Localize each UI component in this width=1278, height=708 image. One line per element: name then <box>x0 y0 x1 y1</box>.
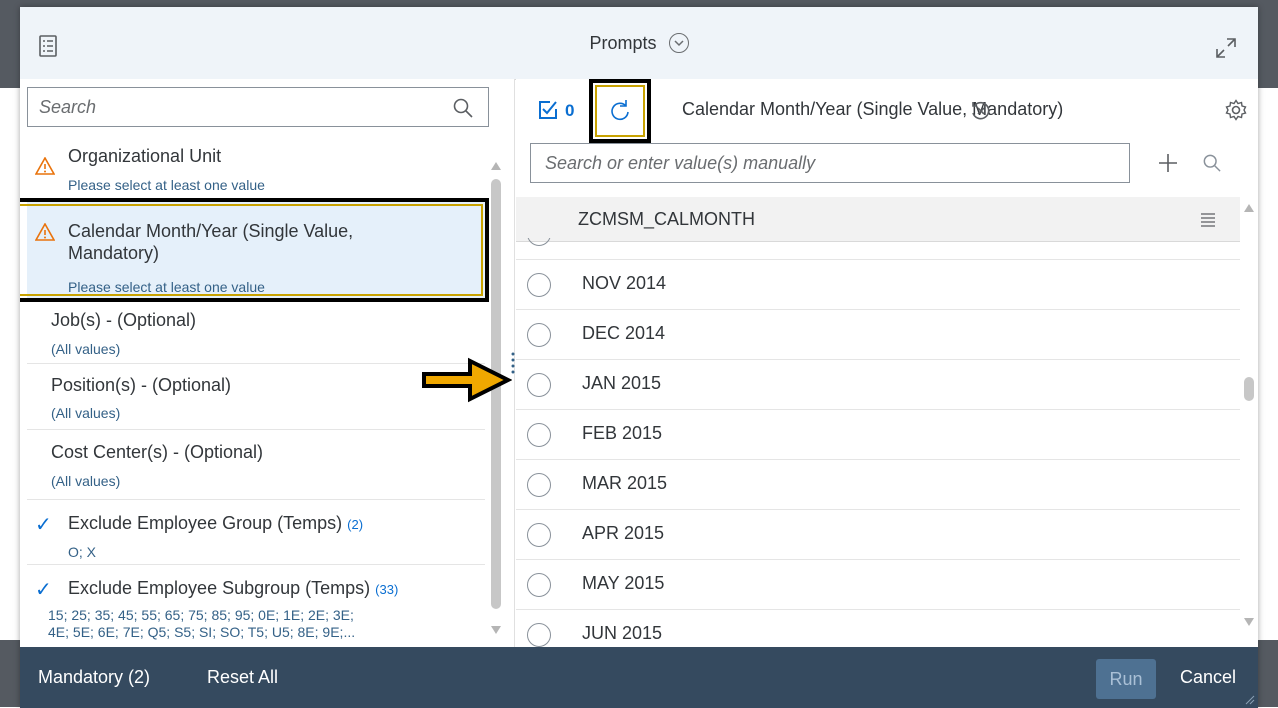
radio-button[interactable] <box>527 573 551 597</box>
prompt-item-value: (All values) <box>51 473 121 489</box>
dialog-title-area: Prompts <box>20 7 1258 79</box>
radio-button[interactable] <box>527 373 551 397</box>
checkmark-icon: ✓ <box>35 579 52 601</box>
prompt-item-value-line2: 4E; 5E; 6E; 7E; Q5; S5; SI; SO; T5; U5; … <box>48 624 356 640</box>
partial-row-radio <box>527 238 551 246</box>
value-selection-pane: 0 Calendar Month/Year (Single Value, Man… <box>516 79 1258 647</box>
value-list-scrollbar[interactable] <box>1244 377 1254 401</box>
value-search-placeholder: Search or enter value(s) manually <box>545 153 816 173</box>
add-icon[interactable] <box>1158 153 1178 173</box>
prompt-item-cost-centers[interactable]: Cost Center(s) - (Optional) (All values) <box>27 436 485 500</box>
dialog-title: Prompts <box>589 32 657 53</box>
value-row[interactable]: DEC 2014 <box>516 310 1240 360</box>
scroll-up-icon[interactable] <box>1243 203 1255 213</box>
refresh-icon[interactable] <box>609 98 631 122</box>
value-row[interactable]: MAY 2015 <box>516 560 1240 610</box>
radio-button[interactable] <box>527 623 551 647</box>
radio-button[interactable] <box>527 323 551 347</box>
dialog-footer: Mandatory (2) Reset All Run Cancel <box>20 647 1258 708</box>
run-button[interactable]: Run <box>1096 659 1156 699</box>
value-row[interactable]: FEB 2015 <box>516 410 1240 460</box>
search-icon[interactable] <box>453 98 473 118</box>
warning-icon <box>35 157 55 175</box>
prompt-item-organizational-unit[interactable]: Organizational Unit Please select at lea… <box>27 141 485 199</box>
value-label: JUN 2015 <box>582 623 663 643</box>
prompt-item-exclude-employee-group[interactable]: ✓ Exclude Employee Group (Temps) (2) O; … <box>27 500 485 565</box>
scroll-up-icon[interactable] <box>490 161 502 171</box>
column-header-label: ZCMSM_CALMONTH <box>578 209 756 229</box>
prompt-item-jobs[interactable]: Job(s) - (Optional) (All values) <box>27 305 485 364</box>
prompt-search-placeholder: Search <box>39 97 97 117</box>
value-row[interactable]: JAN 2015 <box>516 360 1240 410</box>
radio-button[interactable] <box>527 273 551 297</box>
value-table-header: ZCMSM_CALMONTH <box>516 197 1240 242</box>
prompt-item-title: Exclude Employee Group (Temps) (2) <box>68 513 364 533</box>
value-row[interactable]: MAR 2015 <box>516 460 1240 510</box>
value-label: MAY 2015 <box>582 573 665 593</box>
prompt-item-positions[interactable]: Position(s) - (Optional) (All values) <box>27 370 485 430</box>
value-label: NOV 2014 <box>582 273 667 293</box>
value-row[interactable]: APR 2015 <box>516 510 1240 560</box>
annotation-arrow <box>422 357 512 403</box>
value-search-input[interactable]: Search or enter value(s) manually <box>530 143 1130 183</box>
value-label: JAN 2015 <box>582 373 662 393</box>
selected-count: 0 <box>565 101 575 120</box>
value-label: DEC 2014 <box>582 323 666 343</box>
prompt-item-title: Cost Center(s) - (Optional) <box>51 442 264 462</box>
prompt-item-value: (All values) <box>51 341 121 357</box>
prompts-dialog: Prompts Search Organizational Unit Pleas… <box>20 7 1258 708</box>
value-label: MAR 2015 <box>582 473 668 493</box>
value-row[interactable]: NOV 2014 <box>516 260 1240 310</box>
prompt-search-input[interactable]: Search <box>27 87 489 127</box>
prompt-item-count: (2) <box>347 517 364 532</box>
clear-selection-icon[interactable] <box>970 100 992 122</box>
selected-values-icon[interactable] <box>538 100 558 120</box>
checkmark-icon: ✓ <box>35 514 52 536</box>
prompt-item-title: Job(s) - (Optional) <box>51 310 197 330</box>
prompt-item-value: (All values) <box>51 405 121 421</box>
prompt-item-title: Position(s) - (Optional) <box>51 375 232 395</box>
prompt-item-value: O; X <box>68 544 97 560</box>
radio-button[interactable] <box>527 473 551 497</box>
prompt-item-count: (33) <box>375 582 399 597</box>
prompt-item-title: Organizational Unit <box>68 146 222 166</box>
scroll-down-icon[interactable] <box>490 625 502 635</box>
scroll-down-icon[interactable] <box>1243 617 1255 627</box>
column-menu-icon[interactable] <box>1201 213 1215 227</box>
mandatory-button[interactable]: Mandatory (2) <box>38 667 150 688</box>
radio-button[interactable] <box>527 523 551 547</box>
cancel-button[interactable]: Cancel <box>1180 667 1236 688</box>
prompt-item-exclude-employee-subgroup[interactable]: ✓ Exclude Employee Subgroup (Temps) (33)… <box>27 565 485 645</box>
chevron-down-icon[interactable] <box>668 33 689 53</box>
maximize-icon[interactable] <box>1216 38 1236 58</box>
prompt-item-value-line1: 15; 25; 35; 45; 55; 65; 75; 85; 95; 0E; … <box>48 607 354 623</box>
value-label: FEB 2015 <box>582 423 663 443</box>
prompt-value-title: Calendar Month/Year (Single Value, Manda… <box>682 99 1064 119</box>
highlight-annotation-box <box>20 198 489 302</box>
value-label: APR 2015 <box>582 523 665 543</box>
settings-icon[interactable] <box>1225 99 1247 121</box>
resize-grip-icon[interactable] <box>1245 695 1255 705</box>
prompt-item-title: Exclude Employee Subgroup (Temps) (33) <box>68 578 399 598</box>
dialog-header: Prompts <box>20 7 1258 80</box>
radio-button[interactable] <box>527 423 551 447</box>
reset-all-button[interactable]: Reset All <box>207 667 278 688</box>
prompt-item-status: Please select at least one value <box>68 177 265 193</box>
search-icon[interactable] <box>1203 154 1221 172</box>
